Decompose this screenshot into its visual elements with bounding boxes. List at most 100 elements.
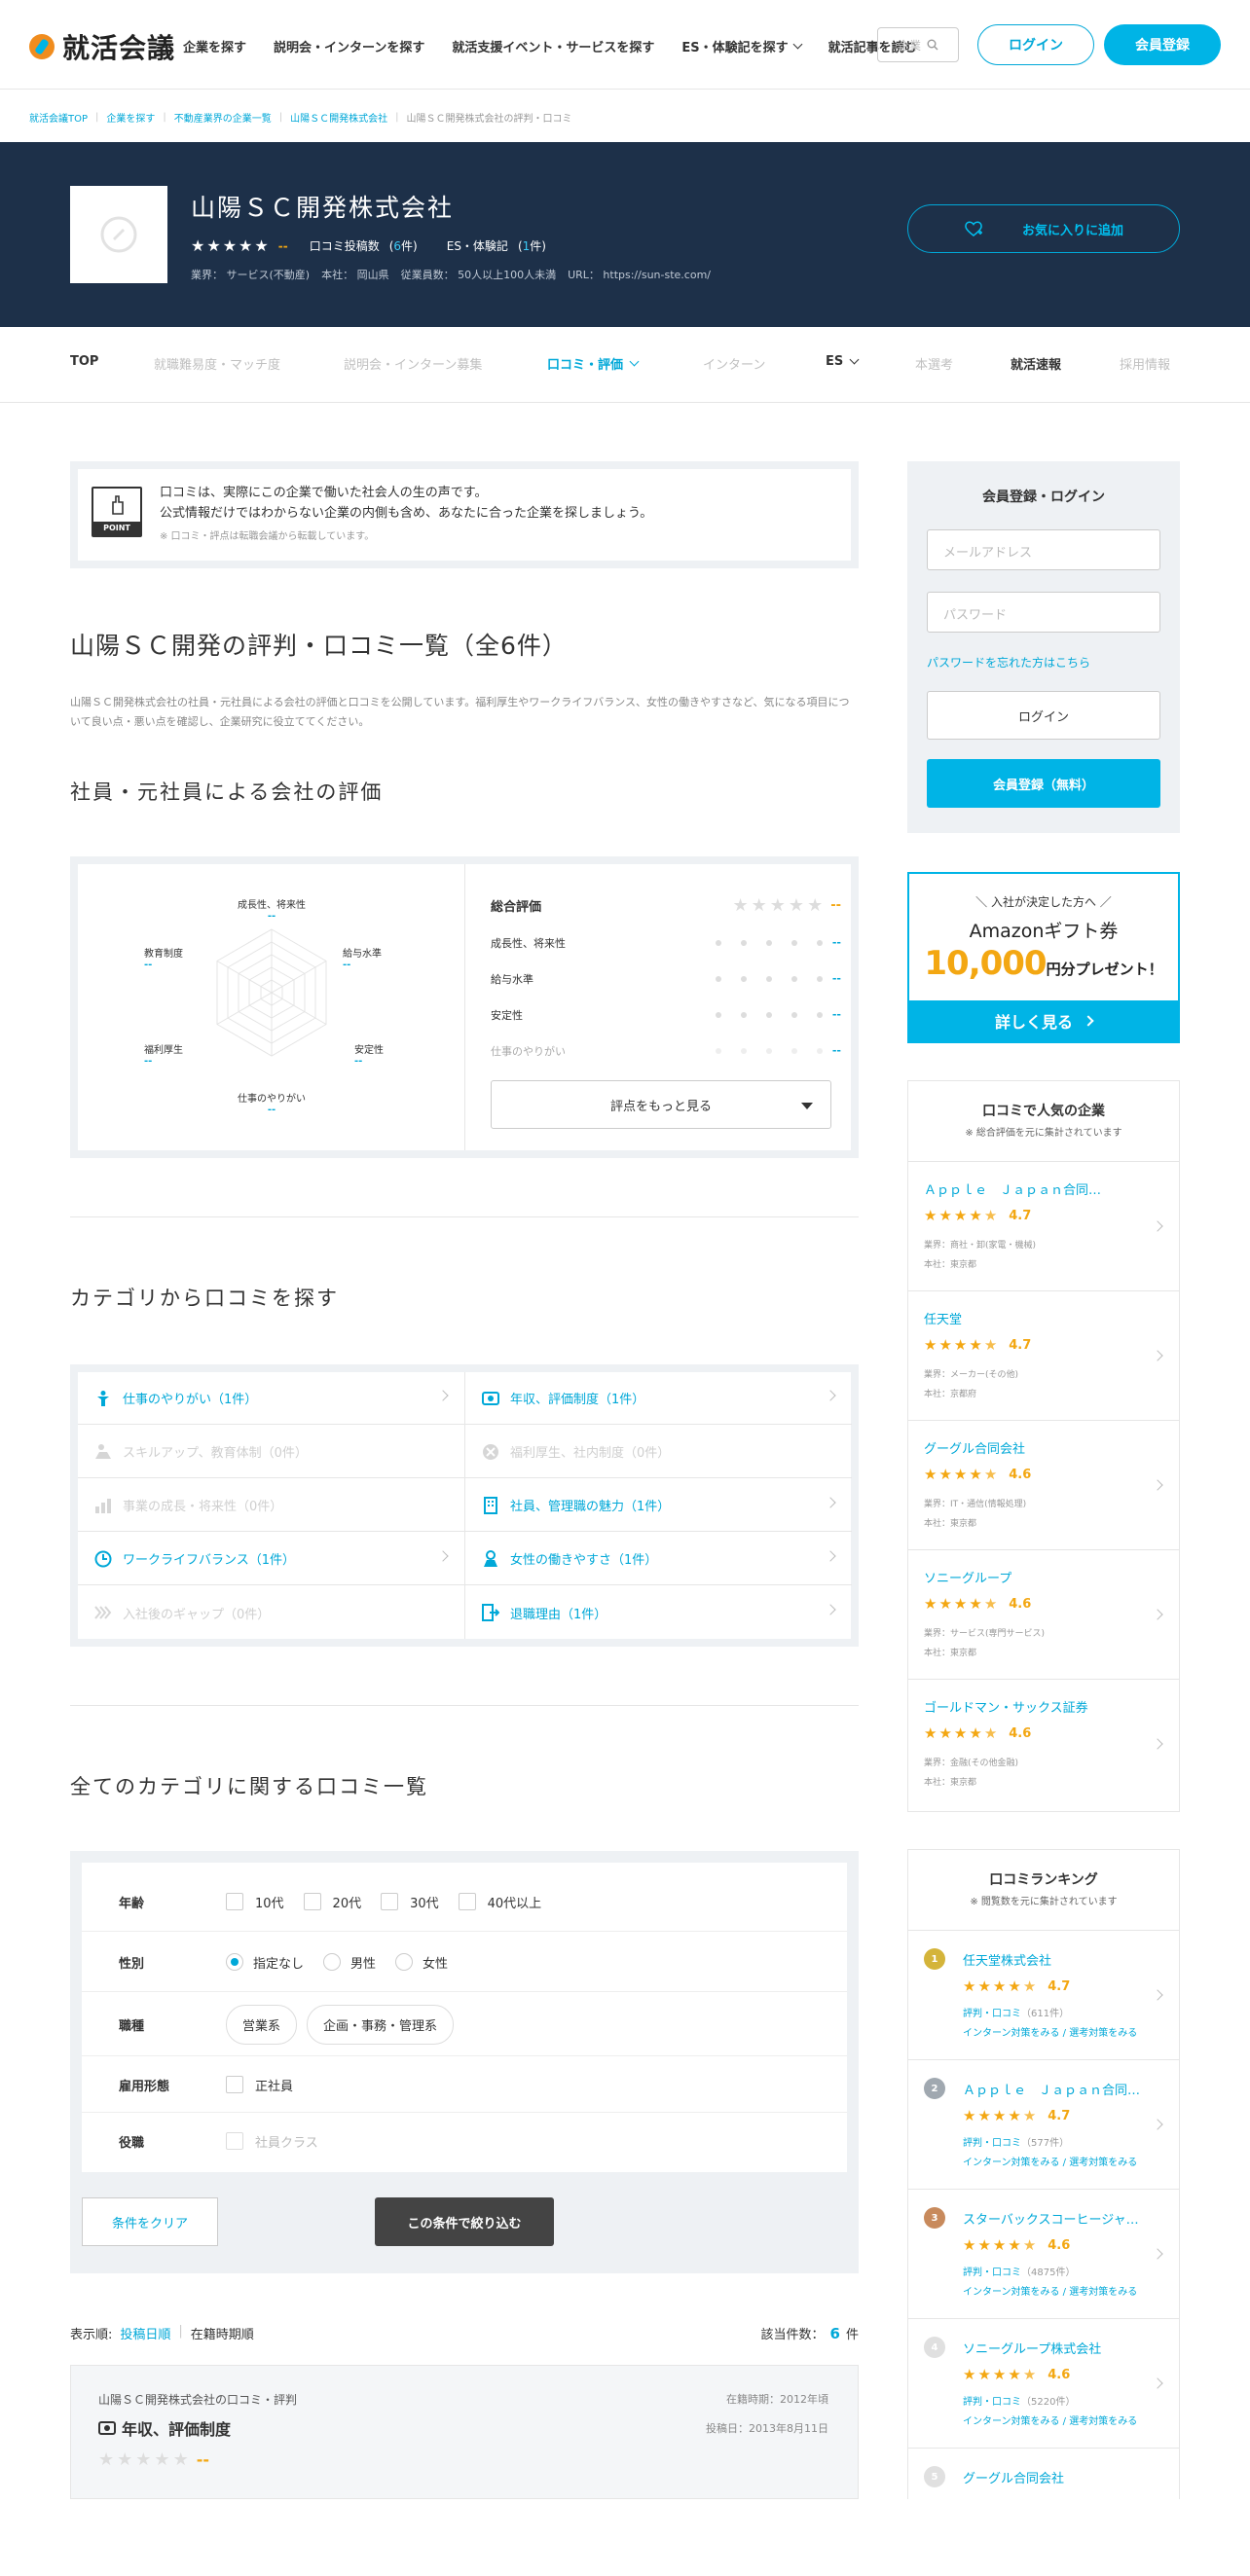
breadcrumb-companies[interactable]: 企業を探す <box>106 110 155 125</box>
age-checkbox-30s[interactable]: 30代 <box>381 1893 439 1911</box>
prep-links[interactable]: インターン対策をみる / 選考対策をみる <box>963 2283 1137 2298</box>
search-input[interactable]: 企業 <box>877 27 959 62</box>
category-managers[interactable]: 社員、管理職の魅力（1件） <box>465 1479 852 1532</box>
ranking-item[interactable]: 2 Ａｐｐｌｅ Ｊａｐａｎ合同… ★ ★ ★ ★ ★ 4.7 評判・口コミ（577件） インターン… <box>908 2059 1179 2188</box>
category-rewarding[interactable]: 仕事のやりがい（1件） <box>78 1372 464 1425</box>
prep-links[interactable]: インターン対策をみる / 選考対策をみる <box>963 2024 1137 2039</box>
score: 4.7 <box>1009 1208 1032 1223</box>
star-icon: ★ <box>206 236 221 255</box>
point-notice: POINT 口コミは、実際にこの企業で働いた社会人の生の声です。 公式情報だけで… <box>70 461 859 568</box>
popular-company-item[interactable]: Ａｐｐｌｅ Ｊａｐａｎ合同… ★ ★ ★ ★ ★ 4.7 業界：商社・卸(家電・機械) 本社：東… <box>908 1161 1179 1289</box>
headquarters: 本社：東京都 <box>924 1519 977 1529</box>
popular-company-item[interactable]: グーグル合同会社 ★ ★ ★ ★ ★ 4.6 業界：IT・通信(情報処理) 本社：東京都 <box>908 1420 1179 1548</box>
show-more-scores-button[interactable]: 評点をもっと見る <box>491 1080 831 1129</box>
review-ranking: 口コミランキング ※ 閲覧数を元に集計されています 1 任天堂株式会社 ★ ★ ★ ★ ★ 4… <box>907 1849 1180 2499</box>
ranking-item[interactable]: 5 グーグル合同会社 <box>908 2448 1179 2576</box>
category-work-life[interactable]: ワークライフバランス（1件） <box>78 1533 464 1585</box>
sidebar-login-button[interactable]: ログイン <box>927 691 1160 740</box>
ranking-item[interactable]: 1 任天堂株式会社 ★ ★ ★ ★ ★ 4.7 評判・口コミ（611件） インターン対策をみる /… <box>908 1930 1179 2058</box>
breadcrumb-industry[interactable]: 不動産業界の企業一覧 <box>174 110 272 125</box>
star-icon: ★ <box>969 1724 982 1742</box>
tab-difficulty[interactable]: 就職難易度・マッチ度 <box>154 354 280 373</box>
nav-events[interactable]: 就活支援イベント・サービスを探す <box>452 37 654 55</box>
login-button[interactable]: ログイン <box>977 24 1094 65</box>
popular-company-item[interactable]: ゴールドマン・サックス証券 ★ ★ ★ ★ ★ 4.6 業界：金融(その他金融) 本社：東京都 <box>908 1679 1179 1807</box>
breadcrumb-top[interactable]: 就活会議TOP <box>29 110 88 125</box>
category-salary[interactable]: 年収、評価制度（1件） <box>465 1372 852 1425</box>
star-icon: ★ <box>963 2107 976 2124</box>
apply-filter-button[interactable]: この条件で絞り込む <box>375 2197 554 2246</box>
tab-news[interactable]: 就活速報 <box>1011 354 1061 373</box>
tab-es[interactable]: ES <box>826 354 860 369</box>
star-icon: ★ <box>992 2366 1007 2383</box>
prep-links[interactable]: インターン対策をみる / 選考対策をみる <box>963 2413 1137 2427</box>
score-dots: -- <box>715 936 841 949</box>
sort-period[interactable]: 在籍時期順 <box>191 2324 254 2342</box>
popular-company-item[interactable]: 任天堂 ★ ★ ★ ★ ★ 4.7 業界：メーカー(その他) 本社：京都府 <box>908 1290 1179 1419</box>
amazon-gift-banner[interactable]: ＼ 入社が決定した方へ ／ Amazonギフト券 10,000円分プレゼント！ … <box>907 872 1180 1043</box>
score: 4.6 <box>1009 1467 1032 1482</box>
review-link[interactable]: 評判・口コミ（4875件） <box>963 2264 1075 2278</box>
prep-links[interactable]: インターン対策をみる / 選考対策をみる <box>963 2154 1137 2168</box>
star-rating: ★ ★ ★ ★ ★ 4.7 <box>963 1977 1070 1995</box>
star-icon: ★ <box>983 1595 998 1613</box>
ranking-item[interactable]: 3 スターバックスコーヒージャ… ★ ★ ★ ★ ★ 4.6 評判・口コミ（4875件） インター… <box>908 2189 1179 2317</box>
gender-radio-any[interactable]: 指定なし <box>226 1953 304 1972</box>
review-link[interactable]: 評判・口コミ（611件） <box>963 2005 1069 2019</box>
tab-reviews[interactable]: 口コミ・評価 <box>547 354 640 373</box>
tab-recruit[interactable]: 採用情報 <box>1120 354 1170 373</box>
job-chip-sales[interactable]: 営業系 <box>226 2004 298 2045</box>
es-count[interactable]: (1件) <box>518 237 546 254</box>
rank-badge: 5 <box>924 2466 945 2487</box>
star-rating: ★ ★ ★ ★ ★ <box>98 2449 189 2470</box>
gender-radio-male[interactable]: 男性 <box>323 1953 376 1972</box>
gender-radio-female[interactable]: 女性 <box>395 1953 448 1972</box>
forgot-password-link[interactable]: パスワードを忘れた方はこちら <box>927 654 1090 671</box>
tab-seminars[interactable]: 説明会・インターン募集 <box>344 354 482 373</box>
star-icon: ★ <box>239 236 253 255</box>
breadcrumb-separator: | <box>163 112 166 123</box>
global-nav: 企業を探す 説明会・インターンを探す 就活支援イベント・サービスを探す ES・体… <box>183 37 917 55</box>
nav-companies[interactable]: 企業を探す <box>183 37 246 55</box>
review-link[interactable]: 評判・口コミ（577件） <box>963 2134 1069 2149</box>
category-resign[interactable]: 退職理由（1件） <box>465 1586 852 1639</box>
sidebar-register-button[interactable]: 会員登録（無料） <box>927 759 1160 808</box>
breadcrumb-company[interactable]: 山陽ＳＣ開発株式会社 <box>290 110 387 125</box>
password-field[interactable]: パスワード <box>927 592 1160 633</box>
point-note: ※ 口コミ・評点は転職会議から転載しています。 <box>160 531 375 542</box>
employment-checkbox-fulltime[interactable]: 正社員 <box>226 2076 293 2094</box>
review-count[interactable]: (6件) <box>389 237 418 254</box>
popular-company-item[interactable]: ソニーグループ ★ ★ ★ ★ ★ 4.6 業界：サービス(専門サービス) 本社：東京都 <box>908 1549 1179 1678</box>
industry: 業界：金融(その他金融) <box>924 1759 1019 1768</box>
age-checkbox-10s[interactable]: 10代 <box>226 1893 284 1911</box>
chevron-right-icon <box>825 1550 836 1562</box>
nav-es[interactable]: ES・体験記を探す <box>681 37 803 55</box>
breadcrumb-separator: | <box>395 112 399 123</box>
email-field[interactable]: メールアドレス <box>927 529 1160 570</box>
job-chip-admin[interactable]: 企画・事務・管理系 <box>307 2004 455 2045</box>
chevron-right-icon <box>1152 1609 1163 1620</box>
ranking-item[interactable]: 4 ソニーグループ株式会社 ★ ★ ★ ★ ★ 4.6 評判・口コミ（5220件） インターン対策… <box>908 2318 1179 2447</box>
category-women[interactable]: 女性の働きやすさ（1件） <box>465 1533 852 1585</box>
star-icon: ★ <box>977 1977 991 1995</box>
age-checkbox-40s[interactable]: 40代以上 <box>458 1893 541 1911</box>
ranking-subtitle: ※ 閲覧数を元に集計されています <box>970 1897 1118 1907</box>
star-icon: ★ <box>788 894 805 916</box>
meta-url[interactable]: URL： https://sun-ste.com/ <box>568 267 711 282</box>
radar-label-benefits: 福利厚生 -- <box>144 1045 183 1067</box>
age-checkbox-20s[interactable]: 20代 <box>303 1893 361 1911</box>
star-rating: ★ ★ ★ ★ ★ 4.7 <box>963 2107 1070 2124</box>
sort-posted[interactable]: 投稿日順 <box>120 2324 170 2342</box>
star-icon: ★ <box>732 894 749 916</box>
clear-filter-button[interactable]: 条件をクリア <box>82 2197 218 2246</box>
review-card[interactable]: 山陽ＳＣ開発株式会社の口コミ・評判 在籍時期：2012年頃 年収、評価制度 投稿… <box>70 2365 859 2499</box>
review-link[interactable]: 評判・口コミ（5220件） <box>963 2393 1075 2408</box>
tab-selection[interactable]: 本選考 <box>915 354 953 373</box>
site-logo[interactable]: 就活会議 <box>29 27 175 66</box>
nav-seminars[interactable]: 説明会・インターンを探す <box>274 37 424 55</box>
star-rating: ★ ★ ★ ★ ★ 4.7 <box>924 1207 1031 1224</box>
tab-internship[interactable]: インターン <box>703 354 765 373</box>
register-button[interactable]: 会員登録 <box>1104 24 1221 65</box>
tab-top[interactable]: TOP <box>70 354 98 369</box>
favorite-button[interactable]: お気に入りに追加 <box>907 204 1180 253</box>
